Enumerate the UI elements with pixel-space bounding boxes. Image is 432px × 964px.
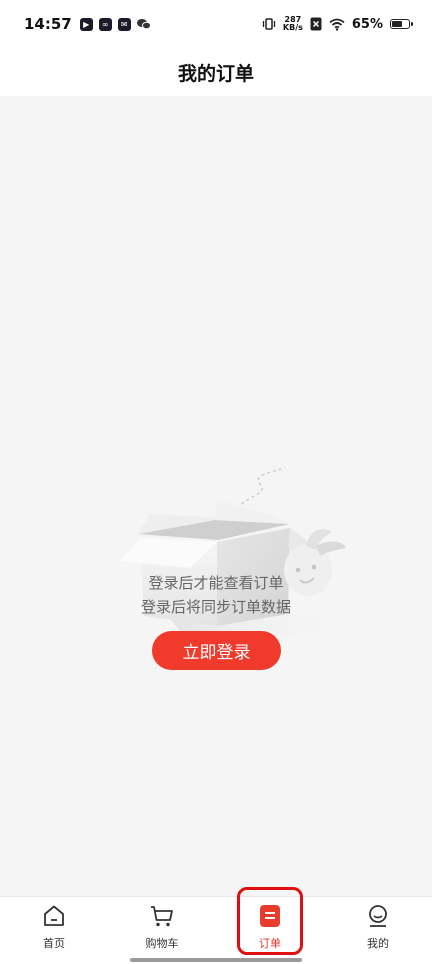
network-speed: 287 KB/s xyxy=(283,16,303,32)
active-tab-highlight xyxy=(237,887,303,955)
wechat-icon xyxy=(136,19,151,30)
status-bar: 14:57 ▶ ∞ ✉ 287 KB/s 65% xyxy=(0,0,432,48)
tab-cart-label: 购物车 xyxy=(145,937,179,950)
network-speed-unit: KB/s xyxy=(282,23,303,32)
tab-cart[interactable]: 购物车 xyxy=(108,897,216,964)
battery-percent: 65% xyxy=(351,16,383,32)
message-app-icon: ✉ xyxy=(117,17,131,31)
notification-icons: ▶ ∞ ✉ xyxy=(79,17,151,31)
status-time: 14:57 xyxy=(24,15,72,33)
vibrate-icon xyxy=(262,18,276,30)
battery-icon xyxy=(390,19,413,29)
wifi-icon xyxy=(329,18,345,31)
link-app-icon: ∞ xyxy=(98,17,112,31)
home-indicator[interactable] xyxy=(130,958,302,962)
tab-profile[interactable]: 我的 xyxy=(324,897,432,964)
login-hint-line1: 登录后才能查看订单 xyxy=(148,574,284,592)
bottom-tab-bar: 首页 购物车 订单 我的 xyxy=(0,896,432,964)
login-button[interactable]: 立即登录 xyxy=(152,631,281,670)
page-header: 我的订单 xyxy=(0,48,432,96)
no-sim-icon xyxy=(310,17,322,31)
profile-icon xyxy=(369,905,387,927)
tab-home-label: 首页 xyxy=(43,937,65,950)
page-title: 我的订单 xyxy=(177,62,254,85)
tab-profile-label: 我的 xyxy=(367,937,389,950)
empty-state: 登录后才能查看订单 登录后将同步订单数据 立即登录 xyxy=(0,96,432,896)
login-hint-line2: 登录后将同步订单数据 xyxy=(140,598,291,616)
home-icon xyxy=(44,905,64,926)
tab-home[interactable]: 首页 xyxy=(0,897,108,964)
cart-icon xyxy=(151,906,173,927)
play-app-icon: ▶ xyxy=(79,17,93,31)
